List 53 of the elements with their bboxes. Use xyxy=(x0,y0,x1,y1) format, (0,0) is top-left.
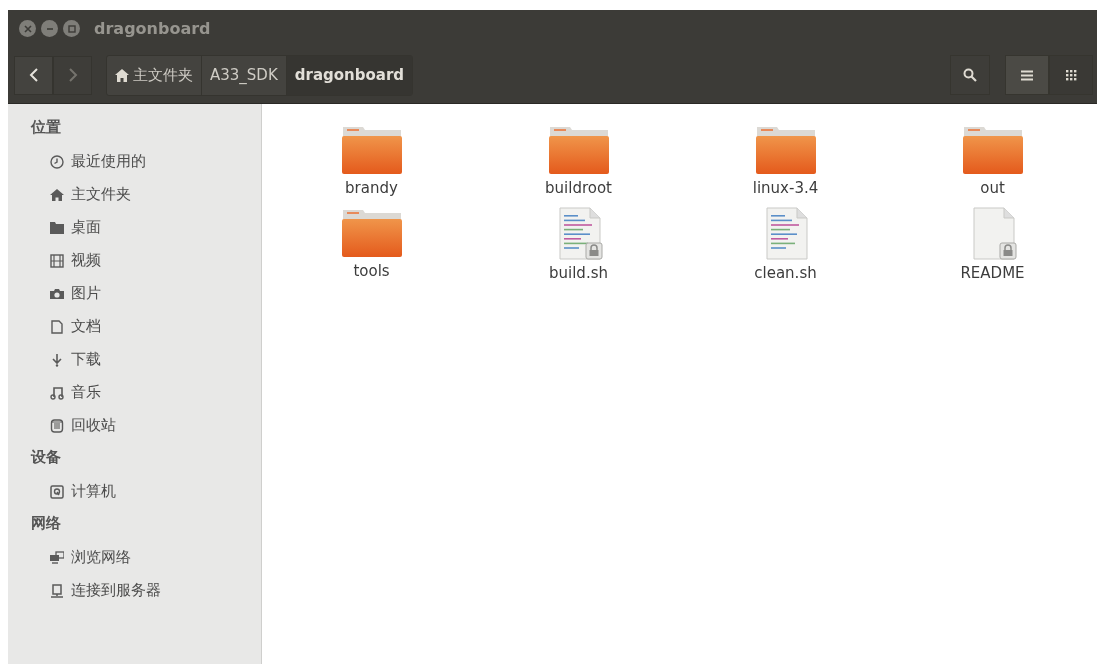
computer-icon xyxy=(50,583,64,598)
path-button[interactable]: 主文件夹 xyxy=(107,55,202,95)
search-icon xyxy=(963,68,977,82)
close-button[interactable] xyxy=(19,20,36,37)
film-icon xyxy=(50,253,64,268)
network-icon xyxy=(50,550,64,565)
sidebar-item[interactable]: 主文件夹 xyxy=(8,178,261,211)
grid-view-button[interactable] xyxy=(1049,55,1093,95)
camera-icon xyxy=(50,286,64,301)
document-icon xyxy=(50,319,64,334)
sidebar-item[interactable]: 浏览网络 xyxy=(8,541,261,574)
sidebar-item[interactable]: 回收站 xyxy=(8,409,261,442)
clock-icon xyxy=(50,154,64,169)
sidebar-item[interactable]: 桌面 xyxy=(8,211,261,244)
sidebar-item[interactable]: 图片 xyxy=(8,277,261,310)
sidebar-item[interactable]: 文档 xyxy=(8,310,261,343)
close-icon xyxy=(23,24,32,33)
sidebar-item[interactable]: 视频 xyxy=(8,244,261,277)
section-heading: 设备 xyxy=(29,447,62,468)
list-icon xyxy=(1021,69,1033,81)
sidebar-item[interactable]: 连接到服务器 xyxy=(8,574,261,607)
file-name[interactable]: out xyxy=(980,179,1005,197)
sidebar-item[interactable]: 下载 xyxy=(8,343,261,376)
drive-icon xyxy=(50,484,64,499)
chevron-left-icon xyxy=(27,67,40,83)
home-icon xyxy=(50,187,64,202)
section-heading: 位置 xyxy=(29,117,62,138)
maximize-icon xyxy=(67,24,76,33)
sidebar-item[interactable]: 音乐 xyxy=(8,376,261,409)
search-button[interactable] xyxy=(950,55,990,95)
chevron-right-icon xyxy=(66,67,79,83)
download-icon xyxy=(50,352,64,367)
music-icon xyxy=(50,385,64,400)
trash-icon xyxy=(50,418,64,433)
window-title: dragonboard xyxy=(94,19,211,38)
minimize-button[interactable] xyxy=(41,20,58,37)
file-name[interactable]: README xyxy=(960,264,1025,282)
file-name[interactable]: clean.sh xyxy=(754,264,817,282)
file-name[interactable]: linux-3.4 xyxy=(752,179,819,197)
file-name[interactable]: build.sh xyxy=(549,264,608,282)
maximize-button[interactable] xyxy=(63,20,80,37)
file-name[interactable]: brandy xyxy=(345,179,398,197)
folder-icon xyxy=(50,220,64,235)
section-heading: 网络 xyxy=(30,513,62,534)
file-name[interactable]: tools xyxy=(353,262,390,280)
path-button[interactable]: dragonboard xyxy=(286,55,413,95)
back-button[interactable] xyxy=(14,55,53,95)
list-view-button[interactable] xyxy=(1005,55,1049,95)
path-button[interactable]: A33_SDK xyxy=(202,55,287,95)
sidebar-item[interactable]: 最近使用的 xyxy=(8,145,261,178)
file-name[interactable]: buildroot xyxy=(545,179,612,197)
sidebar-item[interactable]: 计算机 xyxy=(8,475,261,508)
grid-icon xyxy=(1065,69,1077,81)
